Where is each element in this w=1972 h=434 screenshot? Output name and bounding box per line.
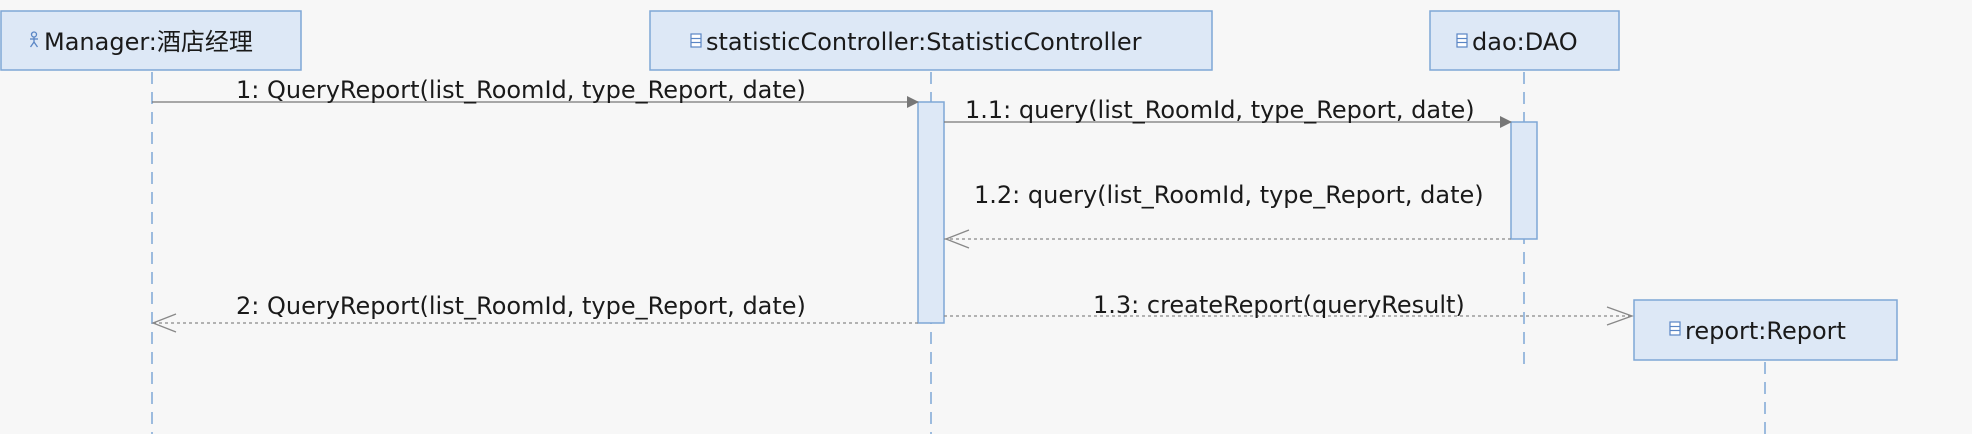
lifeline-box-manager[interactable]: Manager:酒店经理 [0, 10, 302, 71]
lifeline-box-report[interactable]: report:Report [1633, 299, 1898, 361]
class-icon [1669, 321, 1681, 336]
lifeline-box-controller[interactable]: statisticController:StatisticController [649, 10, 1213, 71]
lifeline-label-manager: Manager:酒店经理 [44, 28, 253, 56]
message-label-1-2: 1.2: query(list_RoomId, type_Report, dat… [974, 181, 1484, 209]
message-label-1-3: 1.3: createReport(queryResult) [1093, 291, 1465, 319]
class-icon [1456, 33, 1468, 48]
lifeline-label-report: report:Report [1685, 317, 1846, 345]
lifeline-label-controller: statisticController:StatisticController [706, 28, 1142, 56]
message-label-1-1: 1.1: query(list_RoomId, type_Report, dat… [965, 96, 1475, 124]
sequence-diagram: Manager:酒店经理 statisticController:Statist… [0, 10, 1898, 434]
class-icon [690, 33, 702, 48]
activation-bar-dao [1510, 121, 1538, 240]
lifeline-box-dao[interactable]: dao:DAO [1429, 10, 1620, 71]
activation-bar-controller [917, 101, 945, 324]
message-label-2: 2: QueryReport(list_RoomId, type_Report,… [236, 292, 806, 320]
message-label-1: 1: QueryReport(list_RoomId, type_Report,… [236, 76, 806, 104]
lifeline-label-dao: dao:DAO [1472, 28, 1578, 56]
